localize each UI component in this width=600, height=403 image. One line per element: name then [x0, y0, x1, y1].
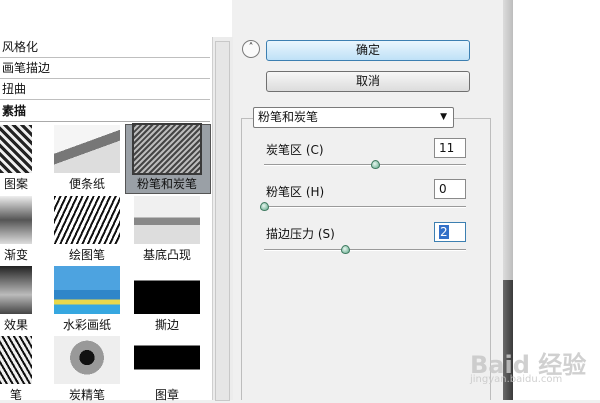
chalk-area-slider-thumb[interactable]	[260, 202, 269, 211]
watermark-url: jingyan.baidu.com	[470, 374, 563, 385]
stroke-pressure-slider-track[interactable]	[264, 249, 466, 251]
chalk-area-input[interactable]: 0	[434, 179, 466, 199]
thumbnail-image	[134, 266, 200, 314]
param-label-charcoal-area: 炭笔区 (C)	[266, 143, 324, 157]
thumbnail-label: 撕边	[154, 318, 179, 332]
chalk-area-slider-track[interactable]	[264, 206, 466, 208]
thumbnail-label: 炭精笔	[68, 388, 105, 402]
thumbnail-label: 笔	[9, 388, 22, 402]
charcoal-area-input[interactable]: 11	[434, 138, 466, 158]
stroke-pressure-input[interactable]: 2	[434, 222, 466, 242]
filter-gallery: 风格化 画笔描边 扭曲 素描 图案 便条纸 粉笔和炭笔 渐变 绘图笔 基底凸现 …	[0, 0, 233, 402]
gallery-scrollbar[interactable]	[212, 37, 233, 401]
thumbnail-image	[54, 266, 120, 314]
category-label: 扭曲	[2, 82, 27, 96]
filter-select[interactable]: 粉笔和炭笔 ▼	[253, 107, 454, 128]
filter-select-value: 粉笔和炭笔	[258, 110, 319, 124]
cancel-button-label: 取消	[355, 74, 380, 88]
thumbnail-label: 粉笔和炭笔	[136, 177, 197, 191]
thumbnail-image	[54, 336, 120, 384]
category-stylize[interactable]: 风格化	[0, 37, 210, 58]
param-label-stroke-pressure: 描边压力 (S)	[266, 227, 335, 241]
thumbnail-label: 渐变	[3, 248, 28, 262]
thumbnail-label: 基底凸现	[142, 248, 191, 262]
thumbnail-label: 图章	[154, 388, 179, 402]
thumbnail-image	[0, 196, 32, 244]
thumbnail-label: 便条纸	[68, 177, 105, 191]
category-distort[interactable]: 扭曲	[0, 79, 210, 100]
thumbnail-label: 绘图笔	[68, 248, 105, 262]
chevron-down-icon: ▼	[440, 112, 447, 122]
chalk-area-value: 0	[439, 182, 447, 196]
stroke-pressure-slider-thumb[interactable]	[340, 245, 350, 254]
thumbnail-label: 图案	[3, 177, 28, 191]
thumbnail-image	[0, 336, 32, 384]
param-label-chalk-area: 粉笔区 (H)	[266, 185, 325, 199]
thumbnail-image	[134, 336, 200, 384]
category-label: 画笔描边	[2, 61, 51, 75]
thumbnail-label: 水彩画纸	[62, 318, 111, 332]
thumbnail-image	[134, 196, 200, 244]
thumbnail-label: 效果	[3, 318, 28, 332]
charcoal-area-value: 11	[439, 141, 455, 155]
category-sketch[interactable]: 素描	[0, 101, 210, 122]
background-canvas	[513, 0, 600, 400]
thumbnail-image	[54, 125, 120, 173]
category-brush-strokes[interactable]: 画笔描边	[0, 58, 210, 79]
thumbnail-image	[0, 266, 32, 314]
category-label: 素描	[2, 104, 27, 118]
charcoal-area-slider-thumb[interactable]	[371, 160, 381, 169]
thumbnail-image	[0, 125, 32, 173]
cancel-button[interactable]: 取消	[266, 71, 470, 92]
charcoal-area-slider-track[interactable]	[264, 164, 466, 166]
category-label: 风格化	[2, 40, 39, 54]
thumbnail-image	[132, 123, 202, 175]
thumbnail-image	[54, 196, 120, 244]
stroke-pressure-value: 2	[439, 225, 449, 239]
gallery-scrollbar-thumb[interactable]	[215, 41, 230, 401]
collapse-toggle-icon[interactable]: ˄	[242, 40, 260, 58]
filter-options-group	[241, 118, 491, 400]
ok-button[interactable]: 确定	[266, 40, 470, 61]
ok-button-label: 确定	[355, 43, 380, 57]
